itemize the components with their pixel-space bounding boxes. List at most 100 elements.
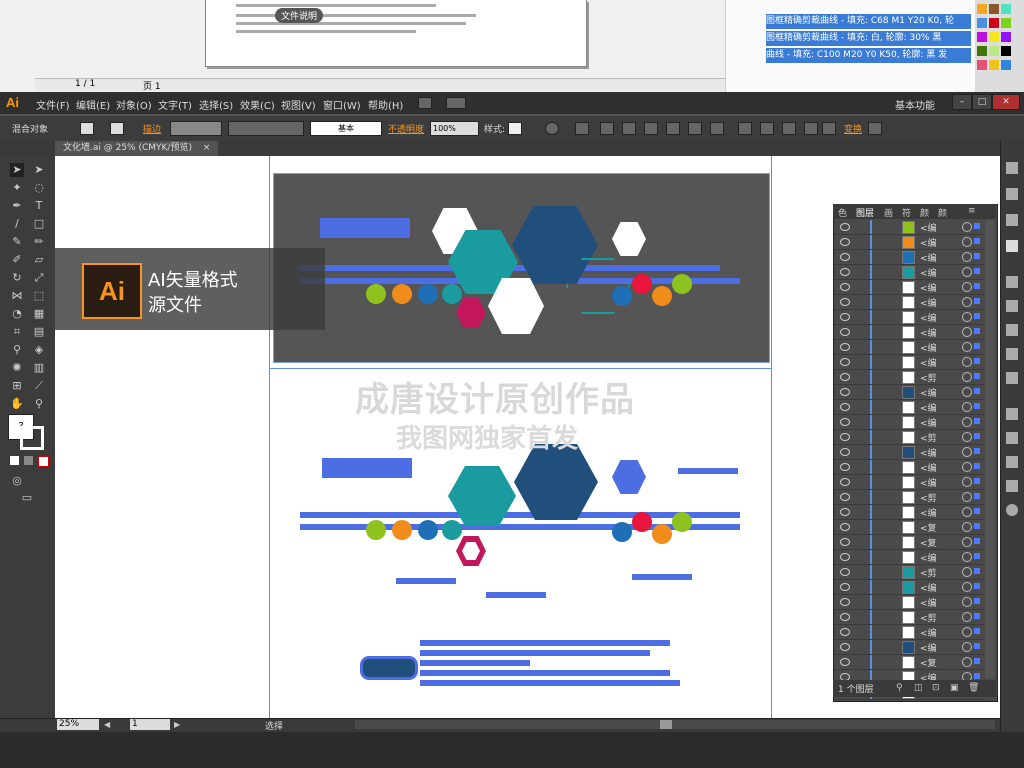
target-circle-icon[interactable] [962,627,972,637]
width-tool-icon[interactable]: ⋈ [10,289,24,303]
swatch[interactable] [1001,46,1011,56]
hand-tool-icon[interactable]: ✋ [10,397,24,411]
visibility-eye-icon[interactable] [840,598,850,606]
visibility-eye-icon[interactable] [840,628,850,636]
layer-row[interactable]: <编 [834,250,984,265]
layer-label[interactable]: <编 [920,446,937,459]
close-tab-icon[interactable]: × [203,143,211,153]
layer-label[interactable]: <编 [920,251,937,264]
layer-label[interactable]: <编 [920,341,937,354]
gradient-panel-icon[interactable] [1006,348,1018,360]
layer-label[interactable]: <编 [920,401,937,414]
target-circle-icon[interactable] [962,222,972,232]
visibility-eye-icon[interactable] [840,613,850,621]
layer-row[interactable]: <编 [834,595,984,610]
selection-indicator[interactable] [974,523,980,529]
target-circle-icon[interactable] [962,492,972,502]
object-row[interactable]: 曲线 - 填充: C100 M20 Y0 K50, 轮廓: 黑 发 [766,48,971,63]
tab-color[interactable]: 色 [838,206,847,219]
selection-indicator[interactable] [974,508,980,514]
swatch[interactable] [989,60,999,70]
align-right-icon[interactable] [644,122,658,135]
target-circle-icon[interactable] [962,402,972,412]
visibility-eye-icon[interactable] [840,583,850,591]
layer-row[interactable]: <编 [834,295,984,310]
recolor-artwork-icon[interactable] [545,122,559,135]
target-circle-icon[interactable] [962,567,972,577]
swatch[interactable] [989,32,999,42]
document-tab[interactable]: 文化墙.ai @ 25% (CMYK/预览) × [55,141,219,156]
stroke-panel-icon[interactable] [1006,408,1018,420]
gradient-tool-icon[interactable]: ▤ [32,325,46,339]
target-circle-icon[interactable] [962,252,972,262]
symbol-sprayer-tool-icon[interactable]: ✺ [10,361,24,375]
swatch[interactable] [1001,32,1011,42]
selection-indicator[interactable] [974,268,980,274]
pen-tool-icon[interactable]: ✒ [10,199,24,213]
tab-swatches[interactable]: 颜 [920,206,929,219]
layer-row[interactable]: <剪 [834,565,984,580]
magic-wand-tool-icon[interactable]: ✦ [10,181,24,195]
direct-selection-tool-icon[interactable]: ➤ [32,163,46,177]
target-circle-icon[interactable] [962,507,972,517]
links-panel-icon[interactable] [1006,504,1018,516]
new-sublayer-icon[interactable]: ⊡ [932,683,940,693]
selection-indicator[interactable] [974,673,980,679]
rectangle-tool-icon[interactable]: □ [32,217,46,231]
layer-row[interactable]: <编 [834,640,984,655]
delete-layer-icon[interactable]: 🗑 [968,683,979,693]
stroke-link[interactable]: 描边 [143,122,161,135]
color-panel-icon[interactable] [1006,162,1018,174]
layer-label[interactable]: <剪 [920,431,937,444]
swatch[interactable] [1001,60,1011,70]
type-tool-icon[interactable]: T [32,199,46,213]
target-circle-icon[interactable] [962,642,972,652]
selection-indicator[interactable] [974,328,980,334]
visibility-eye-icon[interactable] [840,643,850,651]
object-row[interactable]: 图框精确剪裁曲线 - 填充: C68 M1 Y20 K0, 轮 [766,14,971,29]
background-page-navigator[interactable]: 1 / 1 页 1 [35,78,725,92]
layer-row[interactable]: <编 [834,580,984,595]
selection-indicator[interactable] [974,448,980,454]
none-mode-icon[interactable] [38,456,49,467]
distribute-bottom-icon[interactable] [782,122,796,135]
opacity-link[interactable]: 不透明度 [388,122,424,135]
layer-label[interactable]: <复 [920,656,937,669]
layer-row[interactable]: <编 [834,265,984,280]
visibility-eye-icon[interactable] [840,433,850,441]
target-circle-icon[interactable] [962,417,972,427]
selection-indicator[interactable] [974,553,980,559]
visibility-eye-icon[interactable] [840,253,850,261]
swatch[interactable] [989,4,999,14]
visibility-eye-icon[interactable] [840,343,850,351]
lasso-tool-icon[interactable]: ◌ [32,181,46,195]
align-middle-icon[interactable] [688,122,702,135]
maximize-button[interactable]: □ [972,94,992,110]
visibility-eye-icon[interactable] [840,268,850,276]
stroke-style-select[interactable]: 基本 [310,121,382,136]
tab-color-guide[interactable]: 颜 [938,206,947,219]
selection-indicator[interactable] [974,493,980,499]
target-circle-icon[interactable] [962,447,972,457]
target-circle-icon[interactable] [962,552,972,562]
paintbrush-tool-icon[interactable]: ✎ [10,235,24,249]
selection-indicator[interactable] [974,283,980,289]
layer-row[interactable]: <编 [834,445,984,460]
scrollbar-thumb[interactable] [660,720,672,729]
layer-label[interactable]: <编 [920,461,937,474]
layer-row[interactable]: <编 [834,460,984,475]
appearance-panel-icon[interactable] [1006,324,1018,336]
target-circle-icon[interactable] [962,387,972,397]
menu-edit[interactable]: 编辑(E) [76,97,110,112]
target-circle-icon[interactable] [962,372,972,382]
swatch[interactable] [977,60,987,70]
tab-symbols[interactable]: 符 [902,206,911,219]
selection-indicator[interactable] [974,433,980,439]
selection-tool-icon[interactable]: ➤ [10,163,24,177]
selection-indicator[interactable] [974,538,980,544]
make-clipping-mask-icon[interactable]: ◫ [914,683,923,693]
target-circle-icon[interactable] [962,597,972,607]
layer-row[interactable]: <剪 [834,610,984,625]
stroke-swatch[interactable] [20,426,44,450]
selection-indicator[interactable] [974,478,980,484]
